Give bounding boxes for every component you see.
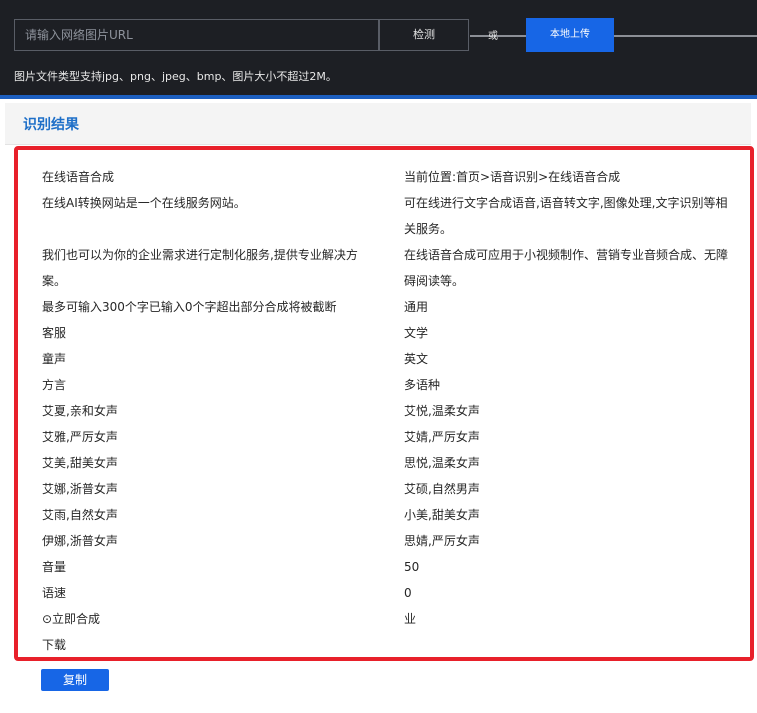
result-line: 关服务。: [404, 222, 453, 236]
result-line: 艾夏,亲和女声: [42, 404, 118, 418]
result-header: 识别结果: [5, 103, 751, 145]
result-line: 客服: [42, 326, 67, 340]
result-line: 艾雨,自然女声: [42, 508, 118, 522]
divider-line: [470, 35, 527, 37]
image-url-input[interactable]: [14, 19, 379, 51]
result-line: 思婧,严厉女声: [404, 534, 480, 548]
result-line: 童声: [42, 352, 67, 366]
result-line: 艾美,甜美女声: [42, 456, 118, 470]
result-line: 英文: [404, 352, 429, 366]
result-line: [42, 216, 382, 242]
result-line: 我们也可以为你的企业需求进行定制化服务,提供专业解决方: [42, 248, 358, 262]
result-line: 通用: [404, 300, 429, 314]
result-title: 识别结果: [23, 117, 79, 133]
result-line: 艾硕,自然男声: [404, 482, 480, 496]
result-line: 在线语音合成: [42, 170, 115, 184]
result-line: 文学: [404, 326, 429, 340]
result-line: 伊娜,浙普女声: [42, 534, 118, 548]
result-line: [404, 632, 744, 657]
result-line: 语速: [42, 586, 67, 600]
banner-accent-line: [0, 95, 757, 99]
result-line: 思悦,温柔女声: [404, 456, 480, 470]
result-line: ⊙立即合成: [42, 612, 101, 626]
result-left-column: 在线语音合成 在线AI转换网站是一个在线服务网站。 我们也可以为你的企业需求进行…: [42, 164, 382, 657]
result-line: 艾雅,严厉女声: [42, 430, 118, 444]
result-line: 最多可输入300个字已输入0个字超出部分合成将被截断: [42, 300, 337, 314]
result-line: 下载: [42, 638, 67, 652]
result-line: 碍阅读等。: [404, 274, 465, 288]
result-line: 多语种: [404, 378, 441, 392]
local-upload-button[interactable]: 本地上传: [526, 18, 614, 52]
result-line: 可在线进行文字合成语音,语音转文字,图像处理,文字识别等相: [404, 196, 728, 210]
result-line: 在线语音合成可应用于小视频制作、营销专业音频合成、无障: [404, 248, 729, 262]
divider-line-right: [614, 35, 757, 37]
result-line: 0: [404, 586, 412, 600]
detect-button[interactable]: 检测: [379, 19, 469, 51]
result-line: 案。: [42, 274, 67, 288]
result-line: 艾婧,严厉女声: [404, 430, 480, 444]
top-banner: 检测 或 本地上传 图片文件类型支持jpg、png、jpeg、bmp、图片大小不…: [0, 0, 757, 99]
result-line: 艾悦,温柔女声: [404, 404, 480, 418]
or-label: 或: [488, 31, 498, 42]
result-line: 业: [404, 612, 417, 626]
result-line: 小美,甜美女声: [404, 508, 480, 522]
file-type-hint: 图片文件类型支持jpg、png、jpeg、bmp、图片大小不超过2M。: [14, 70, 337, 83]
result-right-column: 当前位置:首页>语音识别>在线语音合成 可在线进行文字合成语音,语音转文字,图像…: [404, 164, 744, 657]
copy-button[interactable]: 复制: [41, 669, 109, 691]
result-line: 音量: [42, 560, 67, 574]
result-line: 当前位置:首页>语音识别>在线语音合成: [404, 170, 621, 184]
result-line: 在线AI转换网站是一个在线服务网站。: [42, 196, 246, 210]
result-line: 艾娜,浙普女声: [42, 482, 118, 496]
result-text-area[interactable]: 在线语音合成 在线AI转换网站是一个在线服务网站。 我们也可以为你的企业需求进行…: [14, 146, 754, 661]
result-line: 50: [404, 560, 420, 574]
result-line: 方言: [42, 378, 67, 392]
